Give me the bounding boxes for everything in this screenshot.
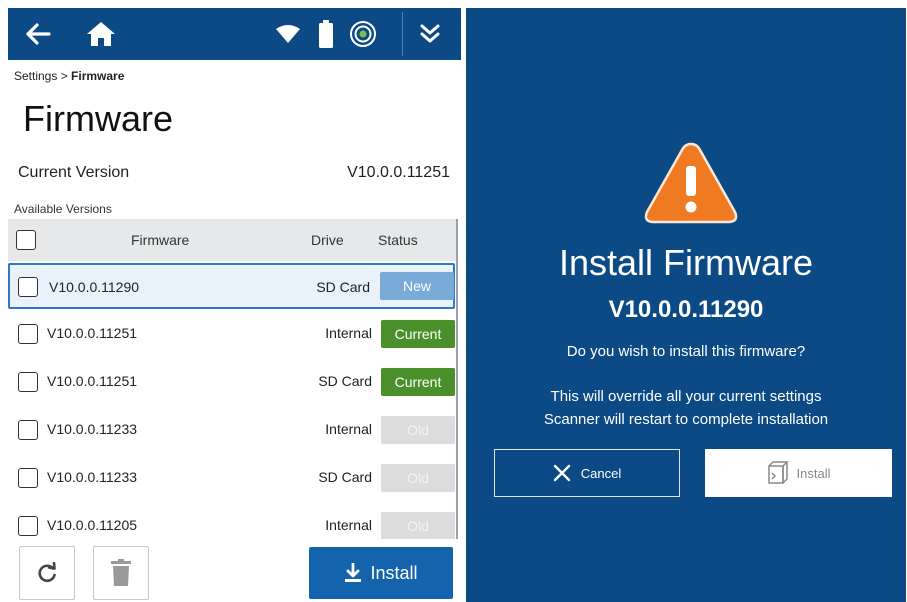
install-firmware-dialog: Install Firmware V10.0.0.11290 Do you wi… [466,8,906,602]
target-icon[interactable] [348,8,378,60]
close-icon [553,464,570,482]
refresh-icon [38,562,56,582]
select-all-checkbox[interactable] [16,230,36,250]
home-icon[interactable] [84,8,118,60]
row-checkbox[interactable] [18,277,38,297]
table-row[interactable]: V10.0.0.11233 SD Card Old [8,455,455,501]
status-badge: New [380,272,454,300]
bottom-toolbar: Install [8,540,461,602]
cell-firmware: V10.0.0.11233 [47,421,138,437]
back-arrow-icon[interactable] [22,8,54,60]
cell-drive: Internal [325,517,372,533]
row-checkbox[interactable] [18,420,38,440]
dialog-title: Install Firmware [558,242,814,283]
warning-icon [642,138,740,233]
trash-icon [111,559,131,586]
table-header: Firmware Drive Status [8,219,456,261]
cell-firmware: V10.0.0.11233 [47,469,138,485]
install-package-icon [767,461,789,484]
cell-drive: SD Card [318,373,372,389]
header-firmware: Firmware [131,232,190,248]
table-row[interactable]: V10.0.0.11290 SD Card New [8,263,455,309]
dialog-question: Do you wish to install this firmware? [566,343,806,360]
table-scrollbar[interactable] [456,219,458,539]
dialog-install-button[interactable]: Install [705,449,892,497]
status-badge: Old [381,416,455,444]
breadcrumb-current: Firmware [71,69,125,83]
cell-firmware: V10.0.0.11290 [49,279,140,295]
cell-drive: Internal [325,325,372,341]
dialog-cancel-button[interactable]: Cancel [494,449,680,497]
breadcrumb: Settings > Firmware [14,69,124,83]
dialog-version: V10.0.0.11290 [608,296,764,323]
table-row[interactable]: V10.0.0.11233 Internal Old [8,407,455,453]
table-row[interactable]: V10.0.0.11251 Internal Current [8,311,455,357]
install-button-label: Install [370,562,418,583]
current-version-value: V10.0.0.11251 [347,164,450,181]
wifi-icon [274,8,302,60]
table-row[interactable]: V10.0.0.11205 Internal Old [8,503,455,539]
firmware-settings-screen: Settings > Firmware Firmware Current Ver… [8,8,461,602]
refresh-button[interactable] [19,546,75,600]
table-row[interactable]: V10.0.0.11251 SD Card Current [8,359,455,405]
top-bar [8,8,461,60]
battery-icon [316,8,336,60]
row-checkbox[interactable] [18,324,38,344]
available-versions-label: Available Versions [14,202,112,216]
topbar-divider [402,12,403,56]
dialog-install-label: Install [796,465,831,481]
breadcrumb-settings[interactable]: Settings [14,69,57,83]
row-checkbox[interactable] [18,516,38,536]
status-badge: Old [381,464,455,492]
row-checkbox[interactable] [18,468,38,488]
download-icon [345,563,362,582]
page-title: Firmware [23,98,173,139]
row-checkbox[interactable] [18,372,38,392]
firmware-table: Firmware Drive Status V10.0.0.11290 SD Ca… [8,219,461,539]
current-version-label: Current Version [18,164,130,181]
status-badge: Current [381,368,455,396]
header-status: Status [378,232,418,248]
dialog-message-line2: Scanner will restart to complete install… [543,411,829,428]
cell-drive: Internal [325,421,372,437]
cell-drive: SD Card [316,279,370,295]
install-button[interactable]: Install [309,547,453,599]
cell-firmware: V10.0.0.11251 [47,373,138,389]
dialog-message-line1: This will override all your current sett… [550,388,822,405]
cell-drive: SD Card [318,469,372,485]
header-drive: Drive [311,232,344,248]
dialog-cancel-label: Cancel [580,465,622,481]
delete-button[interactable] [93,546,149,600]
status-badge: Current [381,320,455,348]
cell-firmware: V10.0.0.11251 [47,325,138,341]
cell-firmware: V10.0.0.11205 [47,517,138,533]
double-chevron-down-icon[interactable] [416,8,444,60]
breadcrumb-separator: > [57,69,72,83]
status-badge: Old [381,512,455,539]
